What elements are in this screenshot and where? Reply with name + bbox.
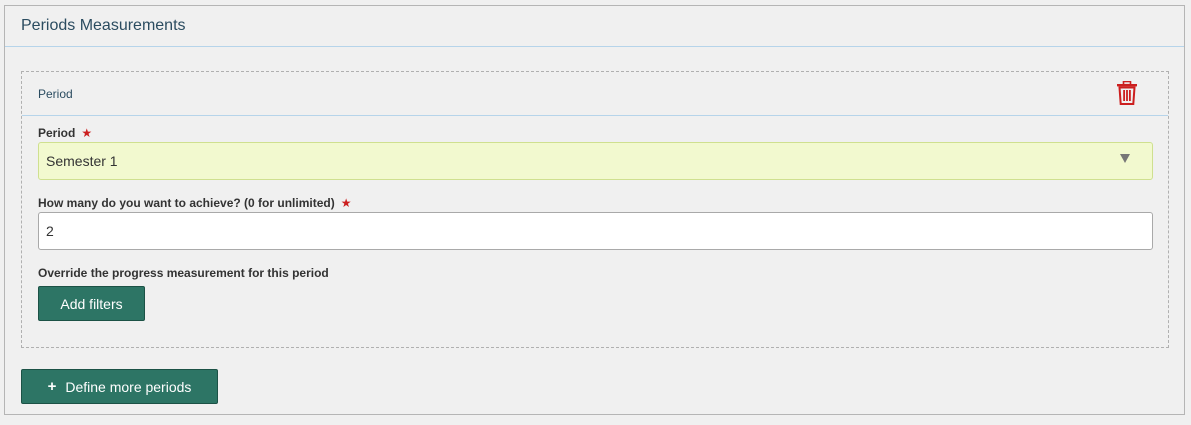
period-card-title: Period bbox=[38, 87, 73, 101]
required-star-icon: ★ bbox=[340, 196, 352, 210]
required-star-icon: ★ bbox=[81, 126, 93, 140]
target-count-input[interactable] bbox=[38, 212, 1153, 250]
panel-header: Periods Measurements bbox=[5, 6, 1184, 47]
period-select[interactable]: Semester 1 bbox=[38, 142, 1153, 180]
period-card-header: Period bbox=[22, 72, 1168, 116]
target-field-label: How many do you want to achieve? (0 for … bbox=[38, 196, 351, 210]
override-label: Override the progress measurement for th… bbox=[38, 266, 329, 280]
period-card: Period Period ★ Semester 1 How many do yo… bbox=[21, 71, 1169, 348]
period-label-text: Period bbox=[38, 126, 76, 140]
panel-title: Periods Measurements bbox=[21, 17, 186, 34]
period-select-value: Semester 1 bbox=[46, 153, 118, 169]
period-field-label: Period ★ bbox=[38, 126, 92, 140]
add-filters-button[interactable]: Add filters bbox=[38, 286, 145, 321]
target-label-text: How many do you want to achieve? (0 for … bbox=[38, 196, 335, 210]
define-more-periods-label: Define more periods bbox=[65, 378, 192, 395]
trash-icon[interactable] bbox=[1116, 81, 1138, 105]
periods-measurements-panel: Periods Measurements Period Period ★ Seme… bbox=[4, 5, 1185, 415]
define-more-periods-button[interactable]: + Define more periods bbox=[21, 369, 218, 404]
chevron-down-icon bbox=[1120, 154, 1130, 163]
plus-icon: + bbox=[47, 378, 57, 395]
